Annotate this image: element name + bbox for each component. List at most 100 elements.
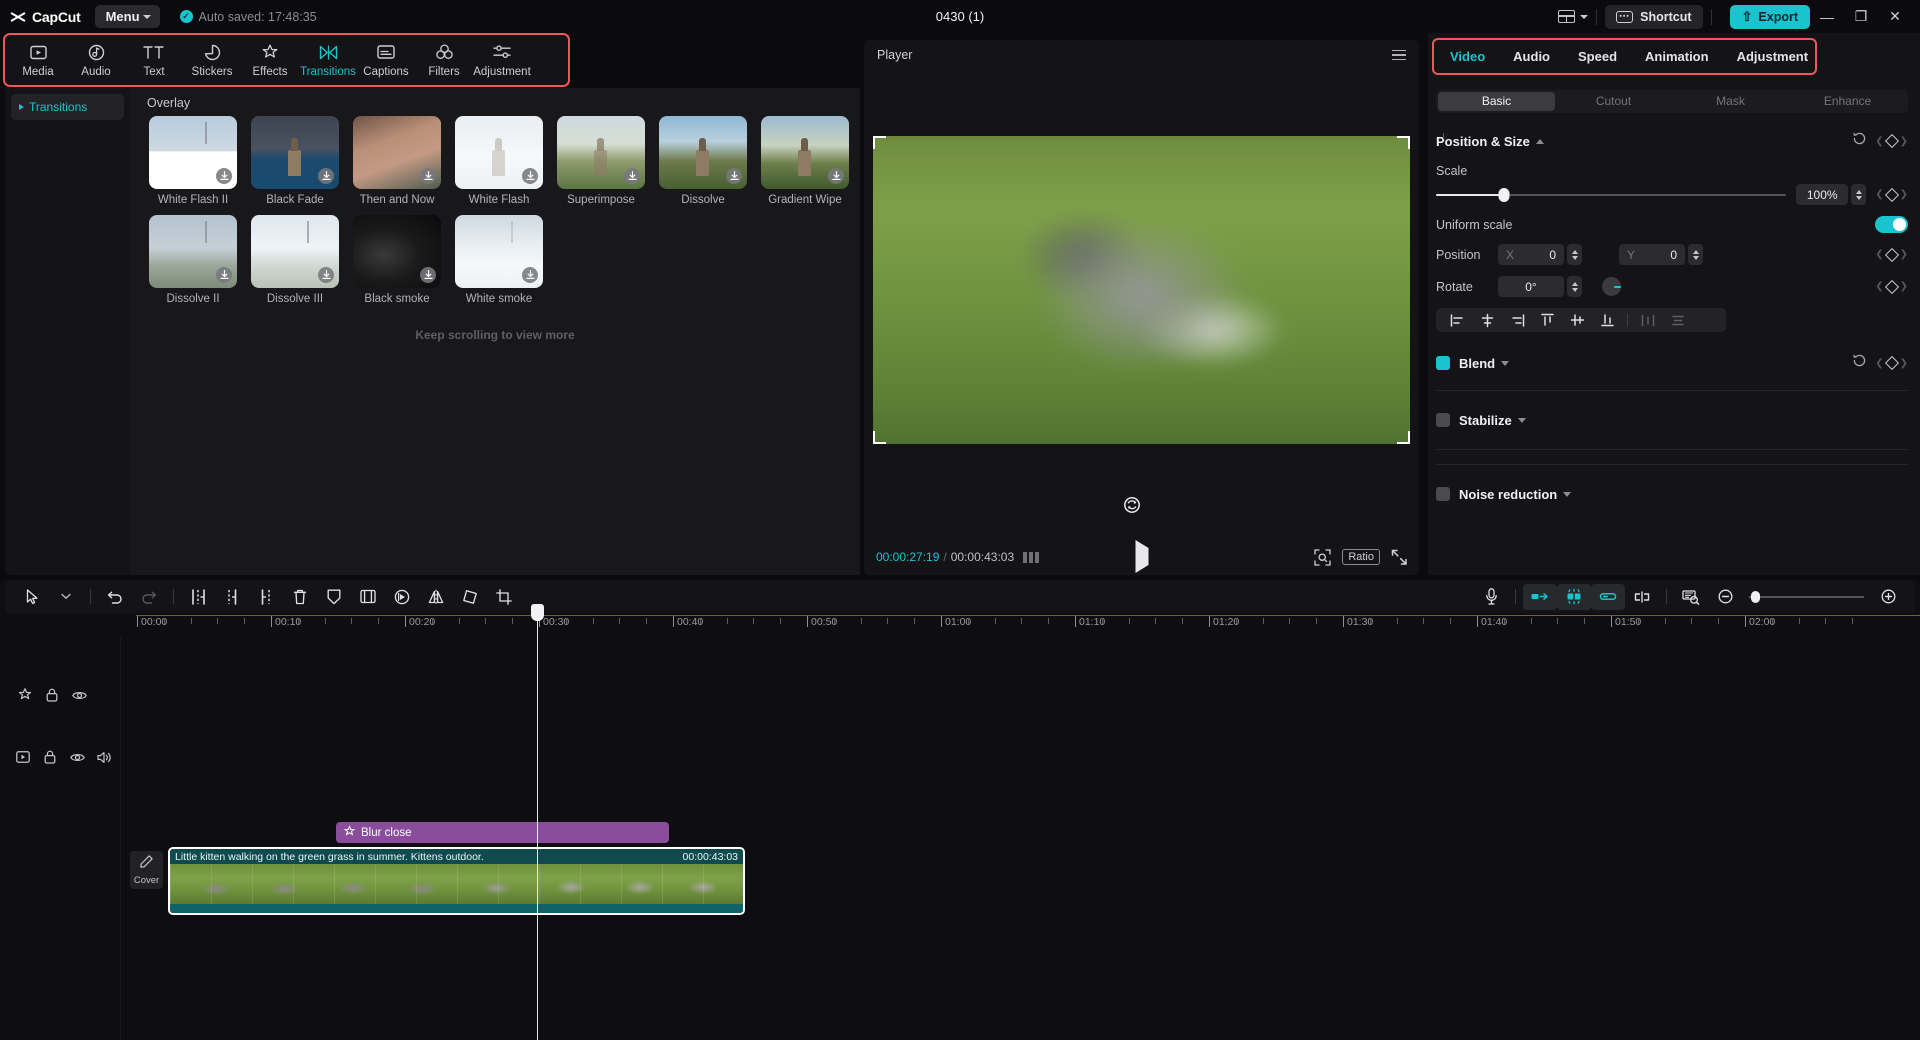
keyframe-diamond-icon[interactable] [1885, 187, 1899, 201]
download-icon[interactable] [318, 267, 334, 283]
play-button[interactable] [1135, 548, 1148, 566]
transition-card[interactable]: Black Fade [244, 116, 346, 206]
download-icon[interactable] [624, 168, 640, 184]
download-icon[interactable] [828, 168, 844, 184]
transition-card[interactable]: Superimpose [550, 116, 652, 206]
keyframe-diamond-icon[interactable] [1885, 279, 1899, 293]
keyframe-next-icon[interactable]: ❯ [1900, 136, 1908, 147]
cover-button[interactable]: Cover [130, 851, 163, 889]
position-x-input[interactable]: X 0 [1498, 244, 1564, 265]
subtab-mask[interactable]: Mask [1672, 92, 1789, 111]
slider-knob[interactable] [1499, 188, 1510, 202]
layout-button[interactable] [1558, 4, 1588, 30]
track-visible-icon[interactable] [70, 750, 84, 764]
track-mute-icon[interactable] [97, 750, 111, 764]
scale-slider[interactable] [1436, 188, 1786, 202]
track-main-icon[interactable] [16, 750, 30, 764]
ratio-button[interactable]: Ratio [1342, 549, 1380, 565]
position-y-stepper[interactable] [1688, 244, 1703, 265]
keyframe-prev-icon[interactable]: ❮ [1875, 249, 1883, 260]
player-stage[interactable] [873, 136, 1410, 444]
position-x-stepper[interactable] [1567, 244, 1582, 265]
sidebar-item-effects[interactable]: Effects [241, 36, 299, 84]
keyframe-diamond-icon[interactable] [1885, 134, 1899, 148]
selection-handle-bottom-left[interactable] [873, 431, 886, 444]
maximize-button[interactable]: ❐ [1844, 0, 1878, 33]
keyframe-next-icon[interactable]: ❯ [1900, 358, 1908, 369]
transition-card[interactable]: Dissolve II [142, 215, 244, 305]
transition-card[interactable]: White Flash [448, 116, 550, 206]
zoom-in-icon[interactable] [1871, 584, 1905, 610]
tab-adjustment[interactable]: Adjustment [1723, 40, 1823, 73]
download-icon[interactable] [216, 168, 232, 184]
rotate-dial[interactable] [1602, 277, 1621, 296]
transition-card[interactable]: White Flash II [142, 116, 244, 206]
fit-timeline-icon[interactable] [1674, 584, 1708, 610]
align-top-icon[interactable] [1532, 309, 1562, 331]
sidebar-item-audio[interactable]: Audio [67, 36, 125, 84]
download-icon[interactable] [420, 168, 436, 184]
sidebar-item-media[interactable]: Media [9, 36, 67, 84]
blend-checkbox[interactable]: ✓ [1436, 356, 1450, 370]
selection-handle-top-right[interactable] [1397, 136, 1410, 149]
sidebar-item-stickers[interactable]: Stickers [183, 36, 241, 84]
crop-frame-icon[interactable] [351, 584, 385, 610]
tab-audio[interactable]: Audio [1499, 40, 1564, 73]
split-icon[interactable] [215, 584, 249, 610]
subtab-basic[interactable]: Basic [1438, 92, 1555, 111]
align-center-horizontal-icon[interactable] [1472, 309, 1502, 331]
sidebar-item-adjustment[interactable]: Adjustment [473, 36, 531, 84]
download-icon[interactable] [726, 168, 742, 184]
zoom-out-icon[interactable] [1708, 584, 1742, 610]
tab-animation[interactable]: Animation [1631, 40, 1723, 73]
tab-video[interactable]: Video [1436, 40, 1499, 73]
chevron-down-icon[interactable] [1518, 418, 1526, 423]
split-left-icon[interactable] [181, 584, 215, 610]
transition-card[interactable]: Then and Now [346, 116, 448, 206]
transition-card[interactable]: Gradient Wipe [754, 116, 856, 206]
fullscreen-icon[interactable] [1391, 549, 1407, 565]
sidebar-item-filters[interactable]: Filters [415, 36, 473, 84]
transition-card[interactable]: Dissolve III [244, 215, 346, 305]
sidebar-item-captions[interactable]: Captions [357, 36, 415, 84]
selection-handle-bottom-right[interactable] [1397, 431, 1410, 444]
keyframe-diamond-icon[interactable] [1885, 247, 1899, 261]
adsorption-icon[interactable] [1625, 584, 1659, 610]
fit-to-screen-icon[interactable] [1314, 549, 1331, 566]
tab-speed[interactable]: Speed [1564, 40, 1631, 73]
menu-button[interactable]: Menu [95, 5, 160, 28]
selection-handle-top-left[interactable] [873, 136, 886, 149]
position-y-input[interactable]: Y 0 [1619, 244, 1685, 265]
download-icon[interactable] [420, 267, 436, 283]
download-icon[interactable] [216, 267, 232, 283]
auto-ripple-icon[interactable] [1523, 584, 1557, 610]
rotate-stepper[interactable] [1567, 276, 1582, 297]
align-middle-vertical-icon[interactable] [1562, 309, 1592, 331]
keyframe-prev-icon[interactable]: ❮ [1875, 281, 1883, 292]
track-visible-icon[interactable] [72, 688, 86, 702]
overlay-clip-blur-close[interactable]: Blur close [336, 822, 669, 843]
align-left-icon[interactable] [1442, 309, 1472, 331]
rotate-clip-icon[interactable] [453, 584, 487, 610]
track-lock-icon[interactable] [43, 750, 57, 764]
transition-card[interactable]: White smoke [448, 215, 550, 305]
download-icon[interactable] [522, 267, 538, 283]
reset-icon[interactable] [1852, 131, 1867, 151]
scale-value-input[interactable]: 100% [1796, 184, 1848, 205]
keyframe-prev-icon[interactable]: ❮ [1875, 358, 1883, 369]
frames-icon[interactable] [1023, 552, 1039, 563]
minimize-button[interactable]: — [1810, 0, 1844, 33]
keyframe-next-icon[interactable]: ❯ [1900, 249, 1908, 260]
track-effect-icon[interactable] [18, 688, 32, 702]
keyframe-next-icon[interactable]: ❯ [1900, 281, 1908, 292]
track-lock-icon[interactable] [45, 688, 59, 702]
rotate-input[interactable]: 0° [1498, 276, 1564, 297]
playhead[interactable] [537, 613, 538, 1040]
align-right-icon[interactable] [1502, 309, 1532, 331]
reverse-icon[interactable] [385, 584, 419, 610]
chevron-down-icon[interactable] [1501, 361, 1509, 366]
magnetic-snap-icon[interactable] [1557, 584, 1591, 610]
transition-card[interactable]: Black smoke [346, 215, 448, 305]
uniform-scale-toggle[interactable] [1875, 216, 1908, 233]
rotate-icon[interactable] [1122, 495, 1142, 515]
